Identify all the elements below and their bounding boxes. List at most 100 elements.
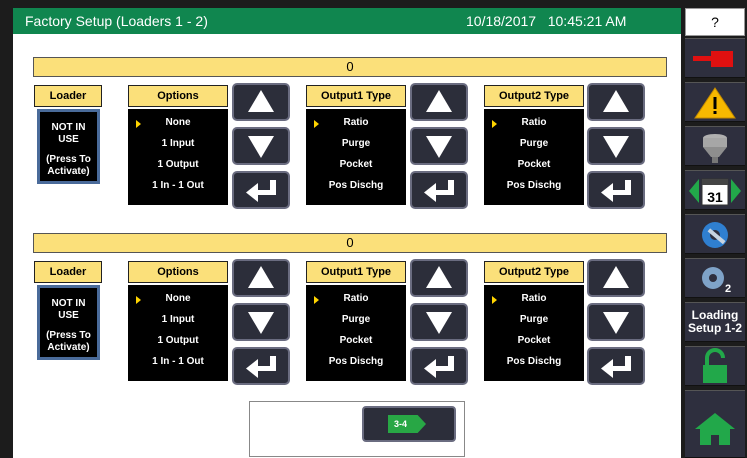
datetime-display: 10/18/2017 10:45:21 AM <box>466 13 627 29</box>
output2-header: Output2 Type <box>484 261 584 283</box>
loading-setup-label: Loading Setup 1-2 <box>687 308 742 335</box>
options-header: Options <box>128 261 228 283</box>
output2-enter-button[interactable] <box>587 347 645 385</box>
output1-scroll-up-button[interactable] <box>410 259 468 297</box>
output1-scroll-down-button[interactable] <box>410 127 468 165</box>
options-header: Options <box>128 85 228 107</box>
sidebar-alarms-button[interactable] <box>685 82 745 122</box>
help-button[interactable]: ? <box>685 8 745 36</box>
output2-option[interactable]: Pos Dischg <box>484 180 584 191</box>
output1-scroll-up-button[interactable] <box>410 83 468 121</box>
enter-icon <box>424 356 454 378</box>
options-scroll-down-button[interactable] <box>232 303 290 341</box>
status-line: (Press To <box>46 154 91 165</box>
sidebar-loading-setup-button[interactable]: Loading Setup 1-2 <box>685 302 745 342</box>
options-scroll-down-button[interactable] <box>232 127 290 165</box>
output1-enter-button[interactable] <box>410 347 468 385</box>
arrow-up-icon <box>248 90 274 112</box>
enter-icon <box>601 356 631 378</box>
selection-cursor-icon <box>492 296 497 304</box>
options-list: None 1 Input 1 Output 1 In - 1 Out <box>128 285 228 381</box>
arrow-down-icon <box>426 312 452 334</box>
output2-option[interactable]: Purge <box>484 314 584 325</box>
options-enter-button[interactable] <box>232 347 290 385</box>
arrow-down-icon <box>248 136 274 158</box>
output1-option[interactable]: Pocket <box>306 159 406 170</box>
output1-enter-button[interactable] <box>410 171 468 209</box>
loader-value-bar: 0 <box>33 57 667 77</box>
options-option[interactable]: 1 Input <box>128 138 228 149</box>
unlock-icon <box>703 348 727 383</box>
options-enter-button[interactable] <box>232 171 290 209</box>
next-arrow-icon: 3-4 <box>388 415 426 433</box>
sidebar-calendar-button[interactable]: 31 <box>685 170 745 210</box>
options-option[interactable]: 1 Output <box>128 335 228 346</box>
warning-icon <box>694 87 736 119</box>
output2-scroll-up-button[interactable] <box>587 83 645 121</box>
options-scroll-up-button[interactable] <box>232 83 290 121</box>
selection-cursor-icon <box>136 296 141 304</box>
options-option[interactable]: 1 Output <box>128 159 228 170</box>
output1-header: Output1 Type <box>306 85 406 107</box>
output1-option[interactable]: Purge <box>306 138 406 149</box>
horn-icon <box>693 51 733 67</box>
activate-loader-button[interactable]: NOT IN USE (Press To Activate) <box>37 285 100 360</box>
selection-cursor-icon <box>314 120 319 128</box>
output1-option[interactable]: Ratio <box>306 117 406 128</box>
arrow-up-icon <box>603 266 629 288</box>
output2-option[interactable]: Ratio <box>484 117 584 128</box>
enter-icon <box>601 180 631 202</box>
sidebar-alarm-silence-button[interactable] <box>685 38 745 78</box>
sidebar-home-button[interactable] <box>685 390 745 458</box>
activate-loader-button[interactable]: NOT IN USE (Press To Activate) <box>37 109 100 184</box>
output1-list: Ratio Purge Pocket Pos Dischg <box>306 285 406 381</box>
options-option[interactable]: None <box>128 293 228 304</box>
output2-scroll-up-button[interactable] <box>587 259 645 297</box>
selection-cursor-icon <box>136 120 141 128</box>
output1-option[interactable]: Pocket <box>306 335 406 346</box>
output1-option[interactable]: Pos Dischg <box>306 356 406 367</box>
arrow-down-icon <box>603 312 629 334</box>
sidebar-loader-button[interactable] <box>685 126 745 166</box>
output2-option[interactable]: Pocket <box>484 335 584 346</box>
sidebar-advanced-settings-button[interactable]: 2 <box>685 258 745 298</box>
output1-scroll-down-button[interactable] <box>410 303 468 341</box>
output1-option[interactable]: Pos Dischg <box>306 180 406 191</box>
loader-header: Loader <box>34 261 102 283</box>
loader-value-bar: 0 <box>33 233 667 253</box>
selection-cursor-icon <box>492 120 497 128</box>
status-line: NOT IN <box>51 122 86 133</box>
sidebar-unlock-button[interactable] <box>685 346 745 386</box>
selection-cursor-icon <box>314 296 319 304</box>
output2-list: Ratio Purge Pocket Pos Dischg <box>484 109 584 205</box>
output1-list: Ratio Purge Pocket Pos Dischg <box>306 109 406 205</box>
arrow-down-icon <box>248 312 274 334</box>
output2-option[interactable]: Purge <box>484 138 584 149</box>
output2-option[interactable]: Pos Dischg <box>484 356 584 367</box>
output2-scroll-down-button[interactable] <box>587 127 645 165</box>
output1-option[interactable]: Purge <box>306 314 406 325</box>
page-title: Factory Setup (Loaders 1 - 2) <box>25 13 208 29</box>
options-option[interactable]: None <box>128 117 228 128</box>
output2-option[interactable]: Pocket <box>484 159 584 170</box>
arrow-up-icon <box>426 266 452 288</box>
status-line: USE <box>58 310 79 321</box>
status-line: NOT IN <box>51 298 86 309</box>
sidebar-settings-button[interactable] <box>685 214 745 254</box>
options-scroll-up-button[interactable] <box>232 259 290 297</box>
output1-option[interactable]: Ratio <box>306 293 406 304</box>
options-option[interactable]: 1 In - 1 Out <box>128 356 228 367</box>
status-line: Activate) <box>47 166 90 177</box>
options-option[interactable]: 1 Input <box>128 314 228 325</box>
options-list: None 1 Input 1 Output 1 In - 1 Out <box>128 109 228 205</box>
status-line: USE <box>58 134 79 145</box>
output2-scroll-down-button[interactable] <box>587 303 645 341</box>
gear-2-icon: 2 <box>702 267 731 295</box>
enter-icon <box>424 180 454 202</box>
output2-enter-button[interactable] <box>587 171 645 209</box>
status-line: (Press To <box>46 330 91 341</box>
options-option[interactable]: 1 In - 1 Out <box>128 180 228 191</box>
output2-option[interactable]: Ratio <box>484 293 584 304</box>
next-loaders-button[interactable]: 3-4 <box>362 406 456 442</box>
output2-header: Output2 Type <box>484 85 584 107</box>
